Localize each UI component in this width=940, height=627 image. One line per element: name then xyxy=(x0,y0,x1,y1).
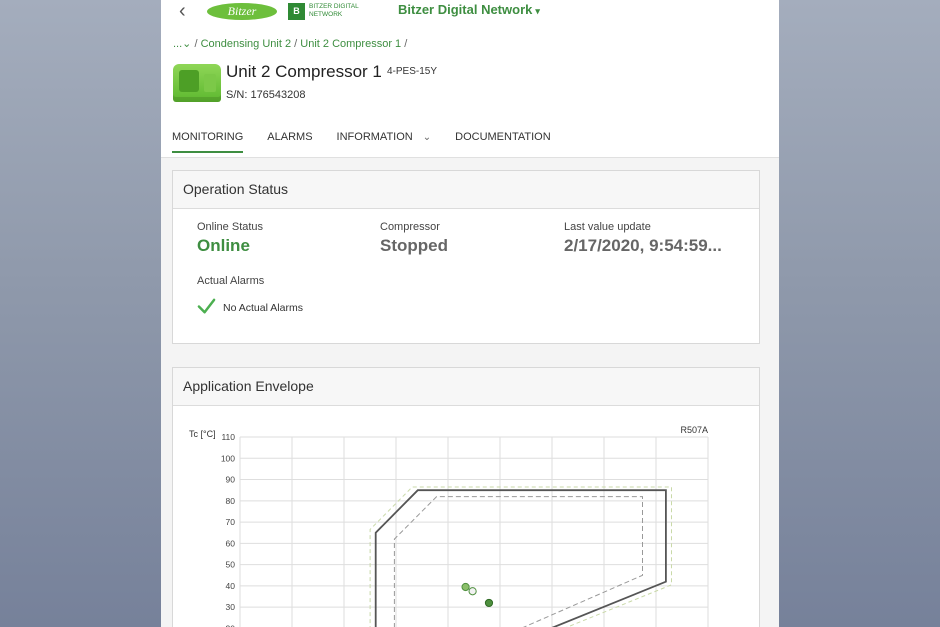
breadcrumb-separator: / xyxy=(294,38,298,50)
online-status-label: Online Status xyxy=(197,221,264,233)
breadcrumb-separator: / xyxy=(194,38,198,50)
bitzer-logo-text: Bitzer xyxy=(227,4,257,18)
last-update-value: 2/17/2020, 9:54:59... xyxy=(564,236,722,255)
y-tick-label: 20 xyxy=(226,623,236,627)
app-window: ‹ Bitzer B BITZER DIGITAL NETWORK Bitzer… xyxy=(161,0,779,627)
application-envelope-panel: Application Envelope 1020304050607080901… xyxy=(172,367,760,627)
bdn-logo-mark: B xyxy=(293,6,300,16)
y-axis-label: Tc [°C] xyxy=(189,429,216,439)
chevron-left-icon: ‹ xyxy=(179,0,186,22)
y-tick-label: 50 xyxy=(226,560,236,570)
network-label: Bitzer Digital Network xyxy=(398,2,533,17)
y-tick-label: 80 xyxy=(226,496,236,506)
back-button[interactable]: ‹ xyxy=(179,0,186,22)
network-dropdown[interactable]: Bitzer Digital Network ▾ xyxy=(398,2,540,17)
tab-documentation[interactable]: DOCUMENTATION xyxy=(455,131,551,153)
y-tick-label: 90 xyxy=(226,475,236,485)
compressor-label: Compressor xyxy=(380,221,440,233)
caret-down-icon: ▾ xyxy=(535,6,540,16)
breadcrumb-item-condensing-unit[interactable]: Condensing Unit 2 xyxy=(201,38,292,50)
checkmark-icon xyxy=(197,298,216,314)
y-tick-label: 30 xyxy=(226,602,236,612)
tab-information-label: INFORMATION xyxy=(336,131,413,143)
breadcrumb-more[interactable]: ...⌄ xyxy=(173,38,191,50)
tab-monitoring[interactable]: MONITORING xyxy=(172,131,244,153)
model-number: 4-PES-15Y xyxy=(387,66,438,77)
compressor-value: Stopped xyxy=(380,236,448,255)
y-tick-label: 60 xyxy=(226,538,236,548)
y-tick-label: 40 xyxy=(226,581,236,591)
operating-point-1 xyxy=(461,582,470,592)
refrigerant-label: R507A xyxy=(680,425,708,435)
header: ‹ Bitzer B BITZER DIGITAL NETWORK Bitzer… xyxy=(161,0,779,158)
envelope-tolerance-outline xyxy=(369,486,672,627)
breadcrumb-separator: / xyxy=(404,38,408,50)
serial-number: S/N: 176543208 xyxy=(226,89,306,101)
last-update-label: Last value update xyxy=(564,221,651,233)
bdn-logo-icon: B xyxy=(288,3,305,20)
breadcrumb: ...⌄ / Condensing Unit 2 / Unit 2 Compre… xyxy=(173,37,407,50)
tab-information[interactable]: INFORMATION ⌄ xyxy=(337,131,432,153)
envelope-outer-outline xyxy=(374,489,667,627)
tab-bar: MONITORING ALARMS INFORMATION ⌄ DOCUMENTA… xyxy=(172,131,575,153)
operation-status-panel: Operation Status Online Status Online Co… xyxy=(172,170,760,344)
operation-status-title: Operation Status xyxy=(173,171,759,209)
operating-point-2 xyxy=(468,587,477,596)
no-alarms-text: No Actual Alarms xyxy=(223,302,303,314)
operating-point-3 xyxy=(484,598,494,608)
application-envelope-title: Application Envelope xyxy=(173,368,759,406)
page-title: Unit 2 Compressor 1 xyxy=(226,62,382,81)
y-tick-label: 110 xyxy=(221,432,235,442)
y-tick-label: 70 xyxy=(226,517,236,527)
compressor-image xyxy=(173,64,221,102)
chevron-down-icon: ⌄ xyxy=(422,132,432,143)
tab-alarms[interactable]: ALARMS xyxy=(267,131,312,153)
bdn-logo-text: BITZER DIGITAL NETWORK xyxy=(309,3,359,18)
breadcrumb-item-compressor[interactable]: Unit 2 Compressor 1 xyxy=(300,38,401,50)
online-status-value: Online xyxy=(197,236,250,255)
y-tick-label: 100 xyxy=(221,453,235,463)
bitzer-logo: Bitzer xyxy=(207,3,277,20)
actual-alarms-label: Actual Alarms xyxy=(197,275,265,287)
application-envelope-chart: 102030405060708090100110Tc [°C]R507A xyxy=(189,425,709,627)
